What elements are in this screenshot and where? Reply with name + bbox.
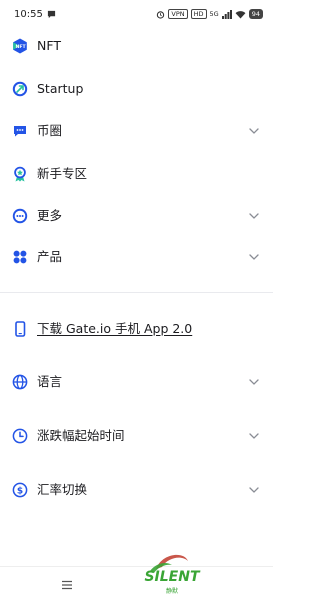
menu-label-nft: NFT bbox=[37, 38, 61, 53]
menu-label-more: 更多 bbox=[37, 208, 63, 223]
menu-item-startup[interactable]: Startup bbox=[0, 74, 273, 104]
watermark-subtext: 静默 bbox=[166, 587, 178, 595]
chat-bubble-icon bbox=[47, 10, 55, 18]
menu-label-price-change-time: 涨跌幅起始时间 bbox=[37, 428, 125, 443]
menu-label-startup: Startup bbox=[37, 81, 84, 96]
status-left: 10:55 bbox=[14, 9, 56, 20]
nft-icon: NFT bbox=[12, 38, 28, 54]
hamburger-menu-icon[interactable] bbox=[61, 580, 73, 590]
menu-item-price-change-time[interactable]: 涨跌幅起始时间 bbox=[0, 421, 273, 451]
chevron-down-icon[interactable] bbox=[248, 430, 260, 442]
menu-label-language: 语言 bbox=[37, 374, 63, 389]
more-icon bbox=[12, 208, 28, 224]
menu-item-more[interactable]: 更多 bbox=[0, 201, 273, 231]
chat-icon bbox=[12, 123, 28, 139]
menu-item-newbie-zone[interactable]: 新手专区 bbox=[0, 159, 273, 189]
wifi-icon bbox=[235, 10, 246, 19]
menu-item-nft[interactable]: NFT NFT bbox=[0, 31, 273, 61]
hd-indicator: HD bbox=[190, 9, 207, 19]
menu-item-coin-circle[interactable]: 币圈 bbox=[0, 116, 273, 146]
signal-icon bbox=[221, 9, 232, 19]
download-app-link[interactable]: 下载 Gate.io 手机 App 2.0 bbox=[37, 321, 192, 337]
chevron-down-icon[interactable] bbox=[248, 484, 260, 496]
menu-label-coin-circle: 币圈 bbox=[37, 123, 63, 138]
chevron-down-icon[interactable] bbox=[248, 376, 260, 388]
menu-label-products: 产品 bbox=[37, 249, 63, 264]
status-right: VPN HD 5G 94 bbox=[156, 9, 263, 19]
alarm-icon bbox=[157, 10, 165, 19]
startup-icon bbox=[12, 81, 28, 97]
svg-text:$: $ bbox=[17, 486, 23, 496]
globe-icon bbox=[12, 374, 28, 390]
phone-icon bbox=[12, 321, 28, 337]
dollar-icon: $ bbox=[12, 482, 28, 498]
network-type: 5G bbox=[209, 10, 219, 18]
menu-label-exchange-rate: 汇率切换 bbox=[37, 482, 88, 497]
battery-level: 94 bbox=[248, 9, 263, 19]
menu-item-products[interactable]: 产品 bbox=[0, 242, 273, 272]
menu-item-exchange-rate[interactable]: $ 汇率切换 bbox=[0, 475, 273, 505]
chevron-down-icon[interactable] bbox=[248, 210, 260, 222]
svg-text:NFT: NFT bbox=[16, 44, 27, 50]
divider bbox=[0, 292, 273, 293]
chevron-down-icon[interactable] bbox=[248, 251, 260, 263]
silent-watermark-logo: SILENT 静默 bbox=[144, 554, 201, 595]
menu-label-newbie-zone: 新手专区 bbox=[37, 166, 88, 181]
clock-icon bbox=[12, 428, 28, 444]
menu-item-download-app[interactable]: 下载 Gate.io 手机 App 2.0 bbox=[0, 314, 273, 344]
menu-item-language[interactable]: 语言 bbox=[0, 367, 273, 397]
vpn-indicator: VPN bbox=[168, 9, 188, 19]
status-bar: 10:55 VPN HD 5G 94 bbox=[0, 0, 273, 28]
badge-icon bbox=[12, 166, 28, 182]
status-time: 10:55 bbox=[14, 8, 43, 20]
grid-icon bbox=[12, 249, 28, 265]
watermark-text: SILENT bbox=[144, 569, 200, 585]
chevron-down-icon[interactable] bbox=[248, 125, 260, 137]
